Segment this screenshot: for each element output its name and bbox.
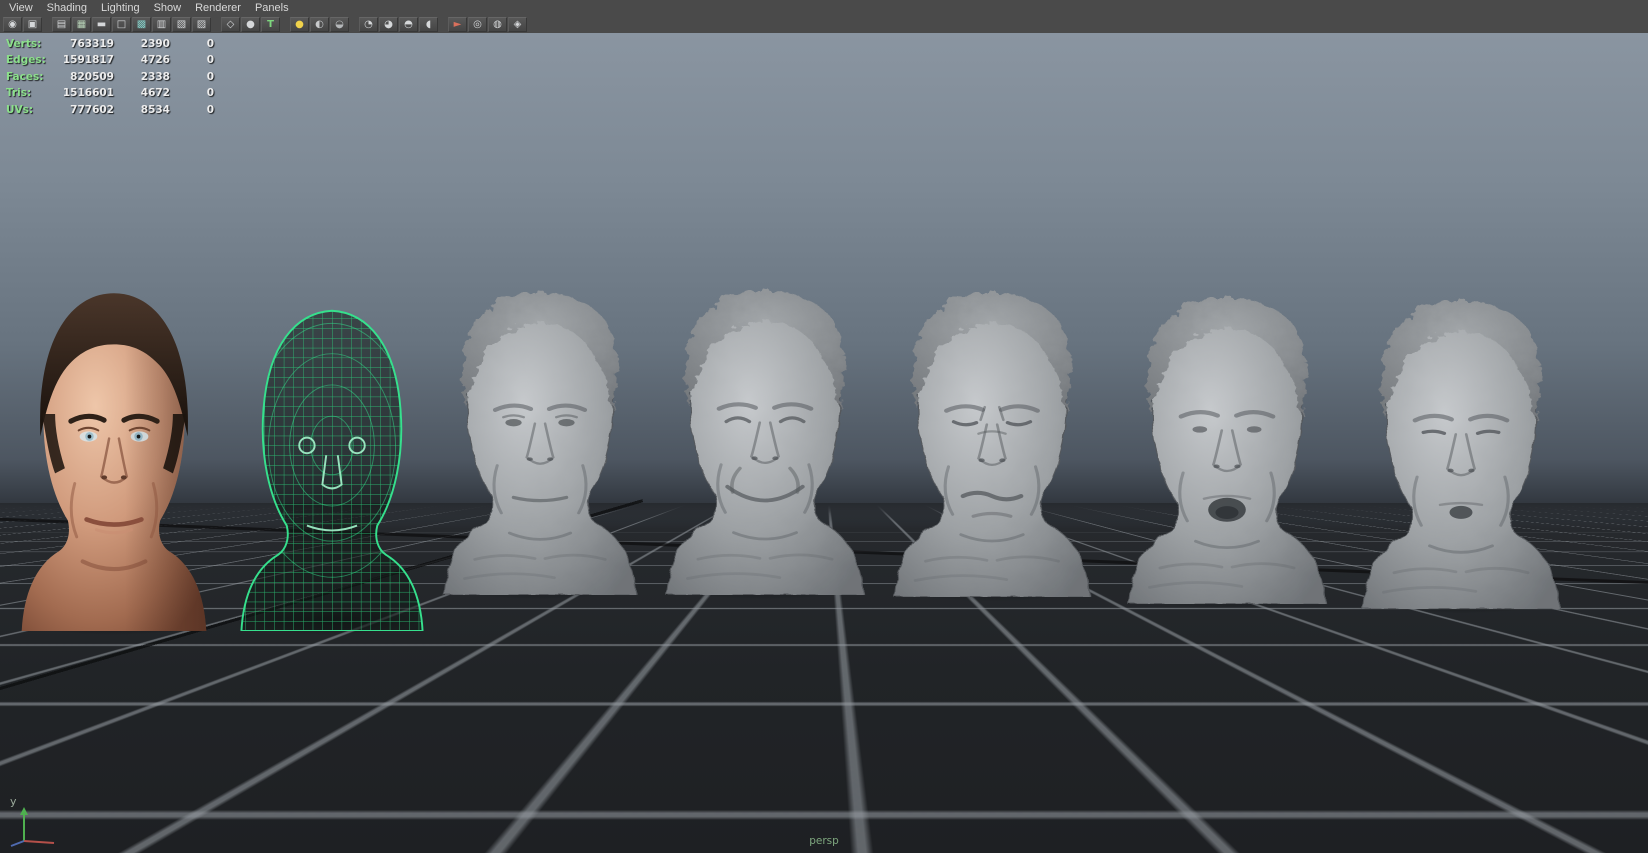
textured-icon[interactable]: T <box>261 17 280 32</box>
safe-title-icon[interactable]: ▨ <box>192 17 211 32</box>
toolbar-icon-glyph: ▦ <box>77 19 86 30</box>
toolbar-icon-glyph: ► <box>454 19 462 30</box>
image-plane-icon[interactable]: ▦ <box>72 17 91 32</box>
wireframe-icon[interactable]: ◇ <box>221 17 240 32</box>
hud-label: UVs: <box>6 102 56 118</box>
hud-selected: 8534 <box>114 102 170 118</box>
hud-row: Edges: 1591817 4726 0 <box>6 52 214 68</box>
hud-total: 763319 <box>56 36 114 52</box>
toolbar-icon-glyph: ▤ <box>57 19 66 30</box>
camera-attributes-icon[interactable]: ▣ <box>23 17 42 32</box>
hud-total: 1516601 <box>56 85 114 101</box>
hud-selected: 4672 <box>114 85 170 101</box>
shadows-icon[interactable]: ◐ <box>310 17 329 32</box>
axis-y-label: y <box>10 795 17 808</box>
toolbar-icon-glyph: ◉ <box>8 19 17 30</box>
toolbar-icon-glyph: □ <box>117 19 126 30</box>
hud-components: 0 <box>170 85 214 101</box>
menu-renderer[interactable]: Renderer <box>188 0 248 16</box>
axis-z-line <box>11 841 24 846</box>
view-axis-gizmo: y <box>4 789 68 847</box>
toolbar-icon-glyph: ▨ <box>197 19 206 30</box>
app-window: View Shading Lighting Show Renderer Pane… <box>0 0 1648 853</box>
camera-name-label: persp <box>0 835 1648 847</box>
multisample-icon[interactable]: ◕ <box>379 17 398 32</box>
gamma-icon[interactable]: ◓ <box>399 17 418 32</box>
toolbar-icon-glyph: ◒ <box>335 19 344 30</box>
perspective-viewport[interactable]: Verts: 763319 2390 0 Edges: 1591817 4726… <box>0 33 1648 853</box>
menu-show[interactable]: Show <box>147 0 189 16</box>
hud-components: 0 <box>170 52 214 68</box>
hud-label: Tris: <box>6 85 56 101</box>
toolbar-icon-glyph: ◖ <box>426 19 431 30</box>
hud-selected: 4726 <box>114 52 170 68</box>
hud-row: Tris: 1516601 4672 0 <box>6 85 214 101</box>
toolbar-icon-glyph: ◔ <box>364 19 373 30</box>
axis-y-arrow <box>20 807 28 815</box>
head-scan-scrunch[interactable] <box>878 285 1106 597</box>
head-scan-open-mouth[interactable] <box>1112 290 1342 604</box>
bookmark-icon[interactable]: ▤ <box>52 17 71 32</box>
hud-label: Edges: <box>6 52 56 68</box>
toolbar-icon-glyph: ◈ <box>514 19 522 30</box>
ssao-icon[interactable]: ◒ <box>330 17 349 32</box>
toolbar-icon-glyph: T <box>267 19 274 30</box>
menu-view[interactable]: View <box>2 0 40 16</box>
hud-selected: 2390 <box>114 36 170 52</box>
toolbar-icon-glyph: ◓ <box>404 19 413 30</box>
toolbar-icon-glyph: ◕ <box>384 19 393 30</box>
menu-lighting[interactable]: Lighting <box>94 0 147 16</box>
head-wireframe[interactable] <box>226 299 438 631</box>
toolbar-icon-glyph: ▩ <box>137 19 146 30</box>
head-scan-smile[interactable] <box>650 283 880 595</box>
film-gate-icon[interactable]: ▬ <box>92 17 111 32</box>
safe-action-icon[interactable]: ▧ <box>172 17 191 32</box>
hud-components: 0 <box>170 69 214 85</box>
toolbar-icon-glyph: ▧ <box>177 19 186 30</box>
hud-label: Faces: <box>6 69 56 85</box>
toolbar-icon-glyph: ◎ <box>473 19 482 30</box>
resolution-gate-icon[interactable]: □ <box>112 17 131 32</box>
hud-total: 777602 <box>56 102 114 118</box>
toolbar-icon-glyph: ● <box>295 19 304 30</box>
head-textured[interactable] <box>6 283 222 631</box>
toolbar-icon-glyph: ◐ <box>315 19 324 30</box>
motion-blur-icon[interactable]: ◔ <box>359 17 378 32</box>
share-icon[interactable]: ◈ <box>508 17 527 32</box>
toolbar-icon-glyph: ◇ <box>227 19 235 30</box>
hud-total: 1591817 <box>56 52 114 68</box>
select-highlight-icon[interactable]: ► <box>448 17 467 32</box>
depth-of-field-icon[interactable]: ◖ <box>419 17 438 32</box>
field-chart-icon[interactable]: ▥ <box>152 17 171 32</box>
hud-row: UVs: 777602 8534 0 <box>6 102 214 118</box>
select-camera-icon[interactable]: ◉ <box>3 17 22 32</box>
hud-total: 820509 <box>56 69 114 85</box>
hud-selected: 2338 <box>114 69 170 85</box>
hud-row: Verts: 763319 2390 0 <box>6 36 214 52</box>
head-scan-neutral[interactable] <box>428 285 652 595</box>
axis-x-line <box>24 841 54 843</box>
xray-icon[interactable]: ◍ <box>488 17 507 32</box>
use-all-lights-icon[interactable]: ● <box>290 17 309 32</box>
menu-panels[interactable]: Panels <box>248 0 296 16</box>
hud-row: Faces: 820509 2338 0 <box>6 69 214 85</box>
smooth-shade-icon[interactable]: ● <box>241 17 260 32</box>
toolbar-icon-glyph: ● <box>246 19 255 30</box>
hud-components: 0 <box>170 102 214 118</box>
poly-count-hud: Verts: 763319 2390 0 Edges: 1591817 4726… <box>6 36 214 118</box>
menu-shading[interactable]: Shading <box>40 0 94 16</box>
hud-label: Verts: <box>6 36 56 52</box>
toolbar-icon-glyph: ▣ <box>28 19 37 30</box>
toolbar-icon-glyph: ▬ <box>97 19 106 30</box>
viewport-toolbar: ◉ ▣ ▤ ▦ ▬ □ ▩ <box>0 16 1648 33</box>
gate-mask-icon[interactable]: ▩ <box>132 17 151 32</box>
head-scan-squint[interactable] <box>1346 293 1576 609</box>
toolbar-icon-glyph: ◍ <box>493 19 502 30</box>
hud-components: 0 <box>170 36 214 52</box>
isolate-select-icon[interactable]: ◎ <box>468 17 487 32</box>
toolbar-icon-glyph: ▥ <box>157 19 166 30</box>
panel-menu-bar: View Shading Lighting Show Renderer Pane… <box>0 0 1648 16</box>
